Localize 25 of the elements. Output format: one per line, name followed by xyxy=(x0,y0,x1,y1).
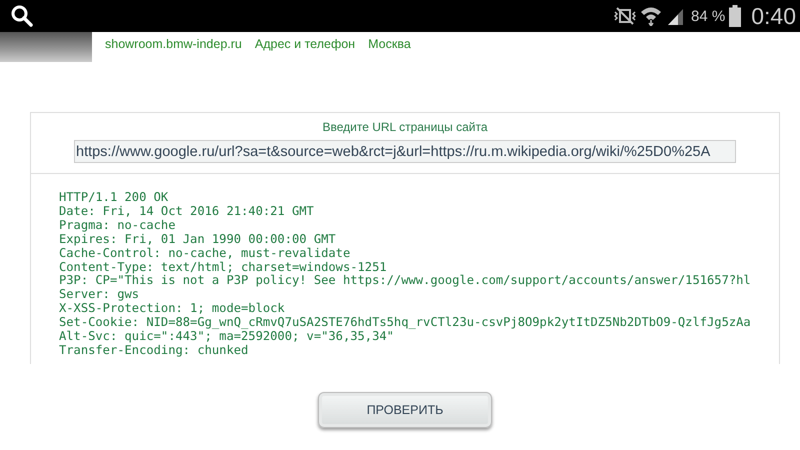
header-line: Content-Type: text/html; charset=windows-1251 xyxy=(59,260,388,274)
header-line: HTTP/1.1 200 OK xyxy=(59,191,170,205)
header-line: Transfer-Encoding: chunked xyxy=(59,344,250,358)
vibrate-mute-icon xyxy=(614,7,636,25)
clock-time: 0:40 xyxy=(751,2,796,30)
url-input-field[interactable]: https://www.google.ru/url?sa=t&source=web&rct=j&url=https://ru.m.wikipedia.org/wiki/%25D0%25A xyxy=(74,140,736,163)
result-link[interactable]: Москва xyxy=(368,37,411,51)
header-line: Date: Fri, 14 Oct 2016 21:40:21 GMT xyxy=(59,204,315,219)
header-line: Server: gws xyxy=(59,288,140,302)
url-label: Введите URL страницы сайта xyxy=(322,120,488,134)
header-line: P3P: CP="This is not a P3P policy! See https://www.google.com/support/accounts/answer/151657?hl xyxy=(59,274,752,288)
header-line: Cache-Control: no-cache, must-revalidate xyxy=(59,246,352,261)
result-link[interactable]: showroom.bmw-indep.ru xyxy=(105,37,242,51)
header-line: Expires: Fri, 01 Jan 1990 00:00:00 GMT xyxy=(59,232,337,247)
header-line: Alt-Svc: quic=":443"; ma=2592000; v="36,35,34" xyxy=(59,330,395,344)
battery-icon xyxy=(729,5,742,27)
header-line: Set-Cookie: NID=88=Gg_wnQ_cRmvQ7uSA2STE76hdTs5hq_rvCTl23u-csvPj8O9pk2ytItDZ5Nb2DTbO9-QzlfJg5zAa xyxy=(59,316,752,330)
header-line: Pragma: no-cache xyxy=(59,218,176,233)
wifi-icon xyxy=(640,6,662,26)
battery-percent: 84 % xyxy=(691,8,726,24)
header-line: X-XSS-Protection: 1; mode=block xyxy=(59,302,286,316)
search-icon[interactable] xyxy=(10,4,34,28)
check-button[interactable]: ПРОВЕРИТЬ xyxy=(318,392,492,428)
result-link[interactable]: Адрес и телефон xyxy=(254,37,356,51)
signal-icon xyxy=(666,7,684,25)
